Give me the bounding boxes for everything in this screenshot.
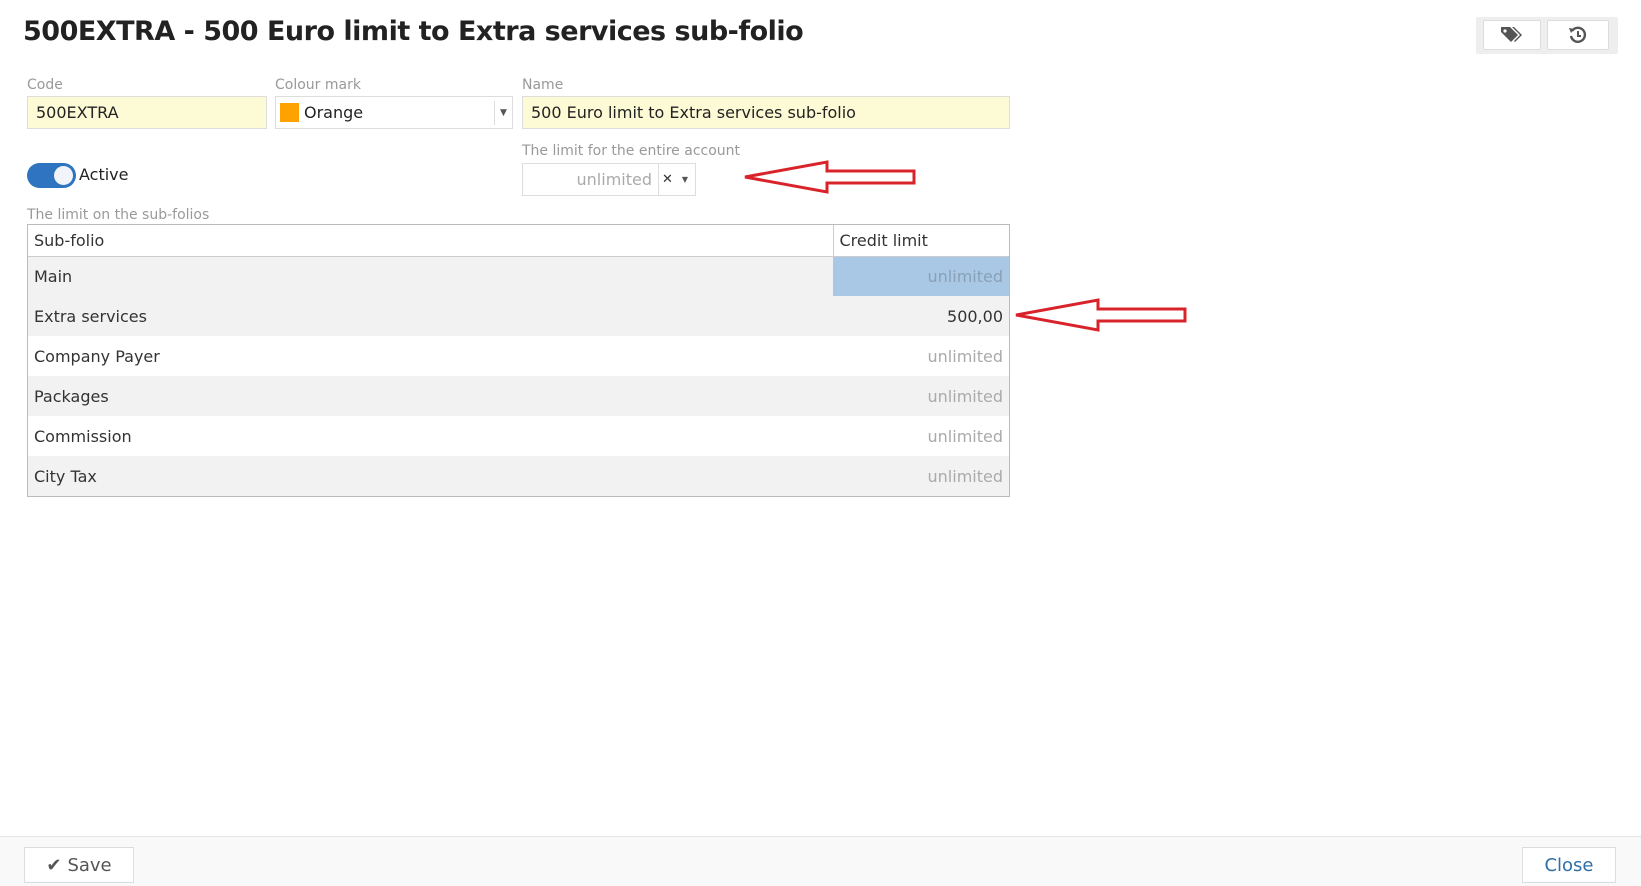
code-label: Code (27, 77, 63, 93)
table-row[interactable]: Main unlimited (28, 256, 1009, 296)
clear-icon[interactable]: ✕ (658, 164, 676, 195)
credit-limit-cell[interactable]: unlimited (833, 336, 1009, 376)
column-header-credit-limit: Credit limit (832, 225, 1009, 257)
subfolio-name: Main (34, 266, 73, 286)
account-limit-input[interactable]: unlimited ✕ ▼ (522, 163, 696, 196)
table-header: Sub-folio Credit limit (28, 225, 1009, 257)
name-input[interactable]: 500 Euro limit to Extra services sub-fol… (522, 96, 1010, 129)
table-row[interactable]: Packages unlimited (28, 376, 1009, 416)
colour-mark-select[interactable]: Orange ▼ (275, 96, 513, 129)
annotation-arrow-icon (744, 160, 916, 194)
subfolio-name: City Tax (34, 466, 97, 486)
footer-bar: ✔ Save Close (0, 836, 1641, 886)
toggle-knob (54, 166, 73, 185)
code-input[interactable]: 500EXTRA (27, 96, 267, 129)
colour-value: Orange (304, 103, 364, 122)
credit-limit-cell[interactable]: unlimited (833, 376, 1009, 416)
subfolio-limits-label: The limit on the sub-folios (27, 207, 210, 223)
table-row[interactable]: Commission unlimited (28, 416, 1009, 456)
tags-button[interactable] (1483, 20, 1541, 50)
column-header-subfolio: Sub-folio (28, 225, 833, 257)
subfolio-table: Sub-folio Credit limit Main unlimited Ext… (27, 224, 1010, 497)
annotation-arrow-icon (1015, 298, 1187, 332)
close-button[interactable]: Close (1522, 847, 1616, 883)
name-label: Name (522, 77, 564, 93)
top-toolbar (1476, 17, 1618, 54)
account-limit-value: unlimited (576, 170, 652, 189)
credit-limit-cell[interactable]: 500,00 (833, 296, 1009, 336)
subfolio-name: Packages (34, 386, 109, 406)
credit-limit-cell[interactable]: unlimited (833, 416, 1009, 456)
history-button[interactable] (1547, 20, 1609, 50)
history-icon (1569, 26, 1587, 43)
active-toggle[interactable] (27, 163, 76, 188)
check-icon: ✔ (46, 854, 62, 876)
colour-swatch (280, 103, 299, 122)
page-title: 500EXTRA - 500 Euro limit to Extra servi… (23, 16, 804, 47)
credit-limit-cell[interactable]: unlimited (833, 256, 1009, 296)
chevron-down-icon: ▼ (494, 101, 512, 125)
table-row[interactable]: City Tax unlimited (28, 456, 1009, 496)
save-label: Save (67, 854, 112, 876)
account-limit-label: The limit for the entire account (522, 143, 741, 159)
active-label: Active (79, 165, 129, 184)
save-button[interactable]: ✔ Save (24, 847, 134, 883)
table-row[interactable]: Extra services 500,00 (28, 296, 1009, 336)
chevron-down-icon[interactable]: ▼ (676, 175, 694, 184)
tags-icon (1501, 27, 1522, 42)
subfolio-name: Company Payer (34, 346, 160, 366)
subfolio-name: Commission (34, 426, 132, 446)
credit-limit-cell[interactable]: unlimited (833, 456, 1009, 496)
subfolio-name: Extra services (34, 306, 147, 326)
table-row[interactable]: Company Payer unlimited (28, 336, 1009, 376)
colour-mark-label: Colour mark (275, 77, 361, 93)
